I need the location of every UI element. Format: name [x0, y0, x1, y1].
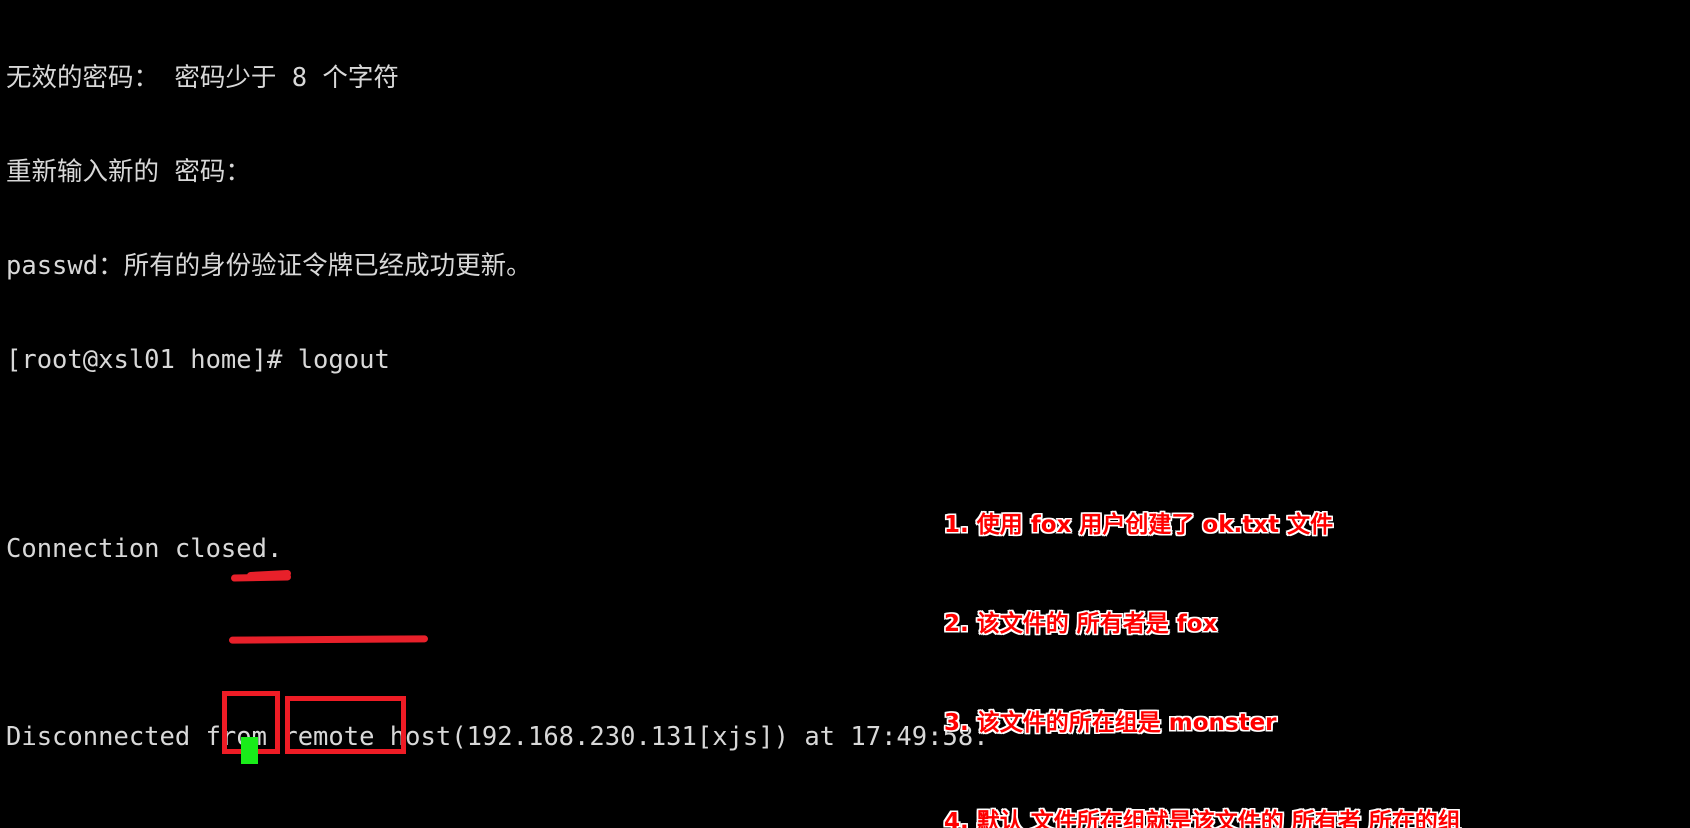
group-highlight-box [285, 696, 406, 754]
annotation-note-3: 3. 该文件的所在组是 monster [944, 710, 1277, 736]
text-cursor [241, 737, 258, 764]
terminal-screen: 无效的密码： 密码少于 8 个字符 重新输入新的 密码： passwd：所有的身… [0, 0, 1690, 828]
annotation-note-2: 2. 该文件的 所有者是 fox [944, 611, 1218, 637]
annotation-note-1: 1. 使用 fox 用户创建了 ok.txt 文件 [944, 512, 1334, 538]
terminal-line: passwd：所有的身份验证令牌已经成功更新。 [6, 251, 532, 282]
terminal-line: 重新输入新的 密码： [6, 157, 251, 188]
touch-command-underline-markup [228, 635, 429, 644]
annotation-note-4: 4. 默认 文件所在组就是该文件的 所有者 所在的组 [944, 809, 1461, 828]
annotation-notes: 1. 使用 fox 用户创建了 ok.txt 文件 2. 该文件的 所有者是 f… [944, 443, 1461, 828]
terminal-line: 无效的密码： 密码少于 8 个字符 [6, 62, 399, 93]
terminal-line: [root@xsl01 home]# logout [6, 345, 390, 376]
